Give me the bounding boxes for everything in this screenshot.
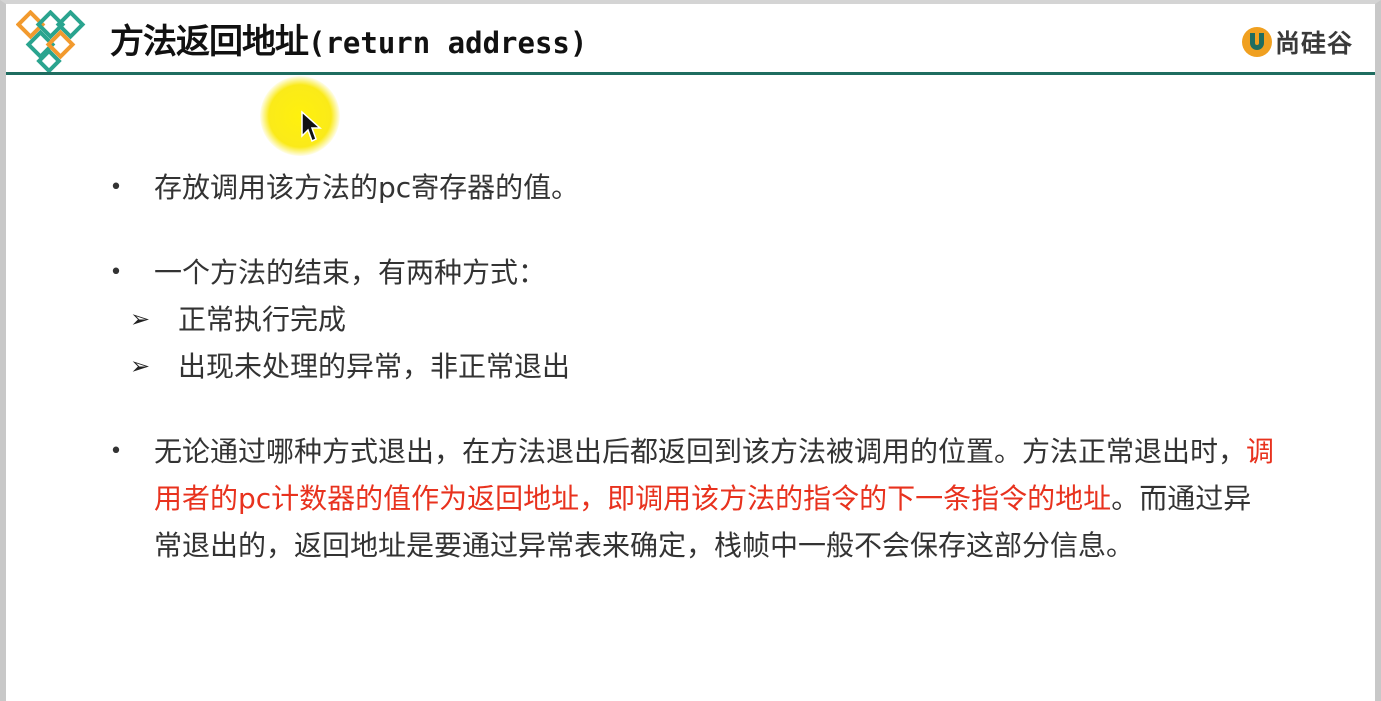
arrow-bullet-icon: ➢ bbox=[130, 305, 151, 333]
bullet-dot: • bbox=[109, 439, 123, 464]
arrow-bullet-icon: ➢ bbox=[130, 352, 151, 380]
bullet-text: 一个方法的结束，有两种方式： bbox=[154, 256, 547, 289]
slide: 方法返回地址(return address) 尚硅谷 • 存放调用该方法的pc寄… bbox=[0, 0, 1381, 701]
sub-bullet-item: ➢ 出现未处理的异常，非正常退出 bbox=[106, 343, 1276, 390]
bullet-dot: • bbox=[109, 175, 123, 200]
sub-bullet-text: 出现未处理的异常，非正常退出 bbox=[178, 350, 571, 383]
bullet-text-part: 无论通过哪种方式退出，在方法退出后都返回到该方法被调用的位置。方法正常退出时， bbox=[154, 435, 1247, 468]
page-title-en: (return address) bbox=[308, 26, 588, 60]
page-title: 方法返回地址(return address) bbox=[110, 20, 587, 65]
u-badge-logo-icon bbox=[1241, 27, 1272, 57]
bullet-dot: • bbox=[109, 260, 123, 285]
brand-logo: 尚硅谷 bbox=[1241, 24, 1353, 60]
slide-header: 方法返回地址(return address) 尚硅谷 bbox=[6, 4, 1375, 72]
slide-content: • 存放调用该方法的pc寄存器的值。 • 一个方法的结束，有两种方式： ➢ 正常… bbox=[106, 164, 1276, 569]
bullet-item: • 无论通过哪种方式退出，在方法退出后都返回到该方法被调用的位置。方法正常退出时… bbox=[106, 428, 1276, 569]
header-divider bbox=[6, 72, 1375, 75]
bullet-group: • 一个方法的结束，有两种方式： ➢ 正常执行完成 ➢ 出现未处理的异常，非正常… bbox=[106, 249, 1276, 390]
bullet-text: 存放调用该方法的pc寄存器的值。 bbox=[154, 171, 580, 204]
page-title-cn: 方法返回地址 bbox=[110, 22, 309, 62]
mouse-pointer-icon bbox=[301, 110, 322, 143]
sub-bullet-text: 正常执行完成 bbox=[178, 303, 347, 336]
diamond-lattice-logo-icon bbox=[16, 10, 86, 72]
sub-bullet-item: ➢ 正常执行完成 bbox=[106, 296, 1276, 343]
bullet-item: • 存放调用该方法的pc寄存器的值。 bbox=[106, 164, 1276, 211]
brand-text: 尚硅谷 bbox=[1274, 29, 1353, 58]
bullet-item: • 一个方法的结束，有两种方式： bbox=[106, 249, 1276, 296]
